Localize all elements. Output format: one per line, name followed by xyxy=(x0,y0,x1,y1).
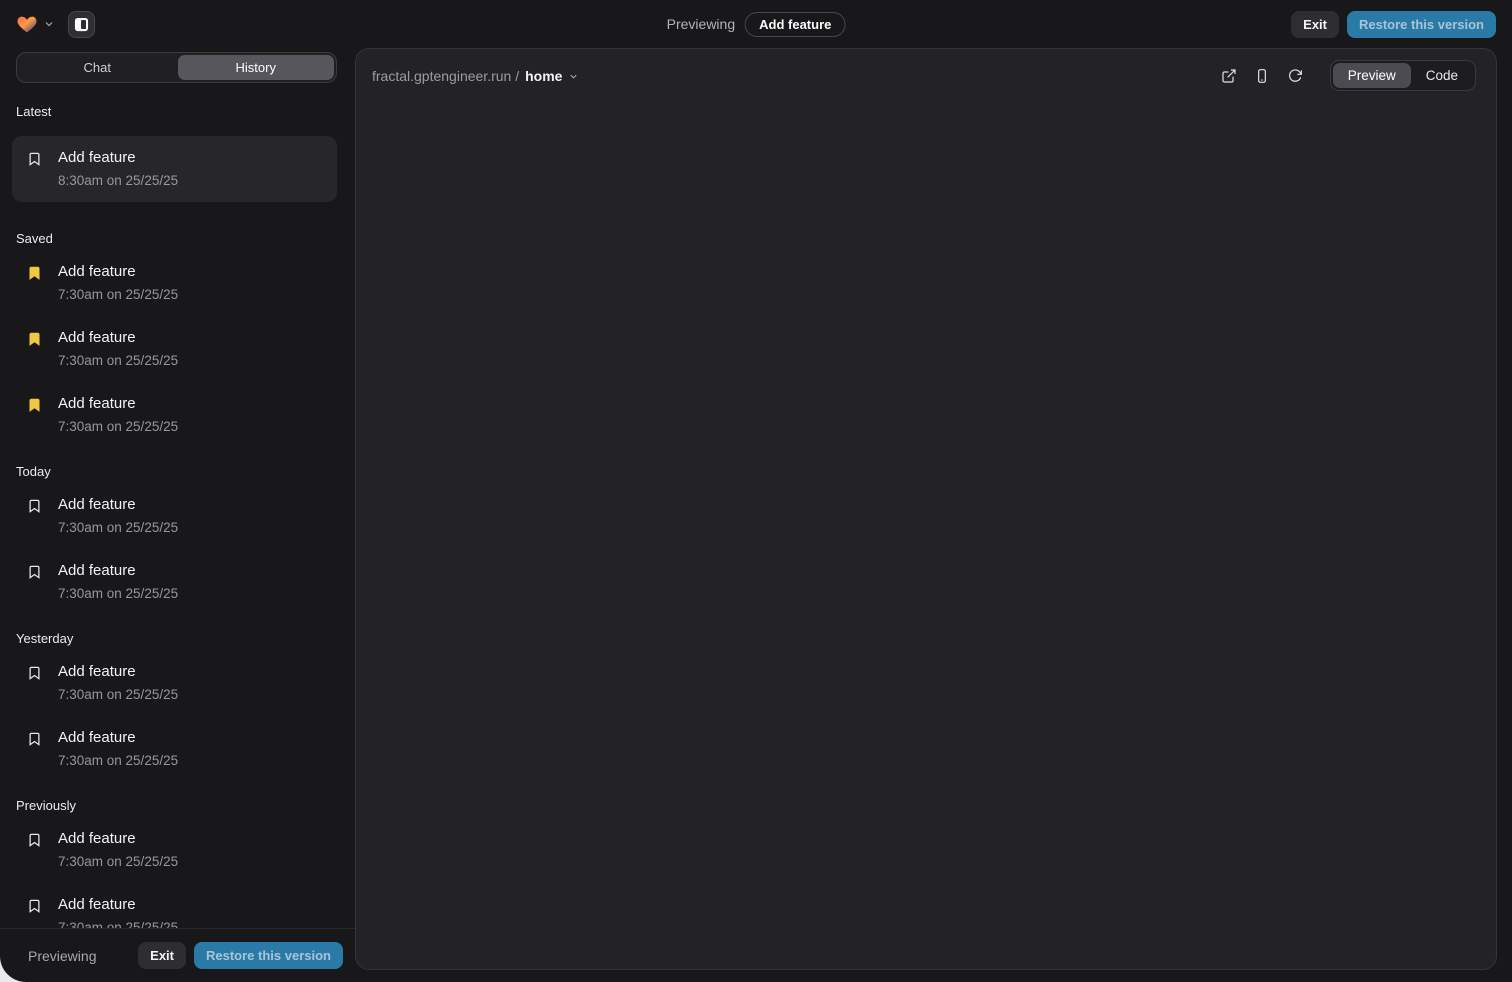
bookmark-outline-icon xyxy=(27,731,43,747)
bookmark-filled-icon xyxy=(27,331,43,347)
preview-url-selector[interactable]: fractal.gptengineer.run / home xyxy=(372,68,579,84)
section-title: Yesterday xyxy=(16,631,337,646)
project-menu-button[interactable] xyxy=(16,13,55,35)
history-item-title: Add feature xyxy=(58,149,178,167)
history-sidebar: Chat History Latest Add feature 8:30am o… xyxy=(0,48,355,982)
section-title: Today xyxy=(16,464,337,479)
history-item-timestamp: 7:30am on 25/25/25 xyxy=(58,520,178,536)
section-saved: Saved Add feature 7:30am on 25/25/25 xyxy=(12,231,337,435)
section-yesterday: Yesterday Add feature 7:30am on 25/25/25 xyxy=(12,631,337,769)
section-latest: Latest Add feature 8:30am on 25/25/25 xyxy=(12,104,337,202)
history-item[interactable]: Add feature 7:30am on 25/25/25 xyxy=(12,496,337,536)
history-item-timestamp: 7:30am on 25/25/25 xyxy=(58,920,178,928)
sidebar-toggle-button[interactable] xyxy=(68,11,95,38)
history-item-timestamp: 7:30am on 25/25/25 xyxy=(58,854,178,870)
dark-overlay: Previewing Add feature Exit Restore this… xyxy=(0,0,1512,982)
history-item[interactable]: Add feature 7:30am on 25/25/25 xyxy=(12,663,337,703)
history-item[interactable]: Add feature 7:30am on 25/25/25 xyxy=(12,395,337,435)
history-item[interactable]: Add feature 8:30am on 25/25/25 xyxy=(12,136,337,202)
bookmark-outline-icon xyxy=(27,151,43,167)
preview-content xyxy=(356,102,1496,969)
lovable-logo-icon xyxy=(16,13,38,35)
history-item-timestamp: 8:30am on 25/25/25 xyxy=(58,173,178,189)
history-item-title: Add feature xyxy=(58,830,178,848)
preview-url-domain: fractal.gptengineer.run / xyxy=(372,68,519,84)
bookmark-outline-icon xyxy=(27,564,43,580)
history-item-title: Add feature xyxy=(58,263,178,281)
history-item-title: Add feature xyxy=(58,329,178,347)
version-badge: Add feature xyxy=(745,12,845,37)
tab-history[interactable]: History xyxy=(178,55,335,80)
history-item-timestamp: 7:30am on 25/25/25 xyxy=(58,353,178,369)
mobile-device-icon xyxy=(1254,68,1270,84)
bookmark-outline-icon xyxy=(27,832,43,848)
top-header: Previewing Add feature Exit Restore this… xyxy=(0,0,1512,48)
history-item-title: Add feature xyxy=(58,729,178,747)
history-item-title: Add feature xyxy=(58,562,178,580)
history-item-title: Add feature xyxy=(58,496,178,514)
external-link-icon xyxy=(1221,68,1237,84)
toggle-preview[interactable]: Preview xyxy=(1333,63,1411,88)
restore-version-button[interactable]: Restore this version xyxy=(1347,11,1496,38)
tab-chat[interactable]: Chat xyxy=(19,55,176,80)
bookmark-outline-icon xyxy=(27,898,43,914)
history-item-title: Add feature xyxy=(58,896,178,914)
bookmark-outline-icon xyxy=(27,498,43,514)
preview-url-page: home xyxy=(525,68,562,84)
bookmark-filled-icon xyxy=(27,265,43,281)
footer-previewing-label: Previewing xyxy=(28,948,96,964)
history-item-timestamp: 7:30am on 25/25/25 xyxy=(58,687,178,703)
history-item-title: Add feature xyxy=(58,395,178,413)
history-item[interactable]: Add feature 7:30am on 25/25/25 xyxy=(12,263,337,303)
history-item[interactable]: Add feature 7:30am on 25/25/25 xyxy=(12,830,337,870)
section-title: Previously xyxy=(16,798,337,813)
section-today: Today Add feature 7:30am on 25/25/25 xyxy=(12,464,337,602)
open-in-new-tab-button[interactable] xyxy=(1217,64,1241,88)
previewing-label: Previewing xyxy=(667,16,735,32)
history-item-timestamp: 7:30am on 25/25/25 xyxy=(58,586,178,602)
history-item[interactable]: Add feature 7:30am on 25/25/25 xyxy=(12,896,337,928)
sidebar-footer: Previewing Exit Restore this version xyxy=(0,928,355,982)
footer-exit-button[interactable]: Exit xyxy=(138,942,186,969)
mobile-view-button[interactable] xyxy=(1250,64,1274,88)
exit-button[interactable]: Exit xyxy=(1291,11,1339,38)
preview-toolbar: fractal.gptengineer.run / home xyxy=(356,49,1496,102)
chevron-down-icon xyxy=(43,18,55,30)
preview-panel: fractal.gptengineer.run / home xyxy=(355,48,1497,970)
bookmark-outline-icon xyxy=(27,665,43,681)
section-title: Latest xyxy=(16,104,337,119)
panel-left-icon xyxy=(74,17,89,32)
history-item-timestamp: 7:30am on 25/25/25 xyxy=(58,753,178,769)
history-item-timestamp: 7:30am on 25/25/25 xyxy=(58,419,178,435)
history-item[interactable]: Add feature 7:30am on 25/25/25 xyxy=(12,729,337,769)
history-item-title: Add feature xyxy=(58,663,178,681)
view-mode-toggle: Preview Code xyxy=(1330,60,1476,91)
footer-restore-version-button[interactable]: Restore this version xyxy=(194,942,343,969)
history-item-timestamp: 7:30am on 25/25/25 xyxy=(58,287,178,303)
history-item[interactable]: Add feature 7:30am on 25/25/25 xyxy=(12,562,337,602)
chevron-down-icon xyxy=(568,71,579,82)
refresh-button[interactable] xyxy=(1283,64,1307,88)
section-title: Saved xyxy=(16,231,337,246)
sidebar-tabs: Chat History xyxy=(16,52,337,83)
history-item[interactable]: Add feature 7:30am on 25/25/25 xyxy=(12,329,337,369)
refresh-icon xyxy=(1287,68,1303,84)
history-list: Latest Add feature 8:30am on 25/25/25 Sa… xyxy=(0,83,355,928)
toggle-code[interactable]: Code xyxy=(1411,63,1473,88)
bookmark-filled-icon xyxy=(27,397,43,413)
section-previously: Previously Add feature 7:30am on 25/25/2… xyxy=(12,798,337,928)
